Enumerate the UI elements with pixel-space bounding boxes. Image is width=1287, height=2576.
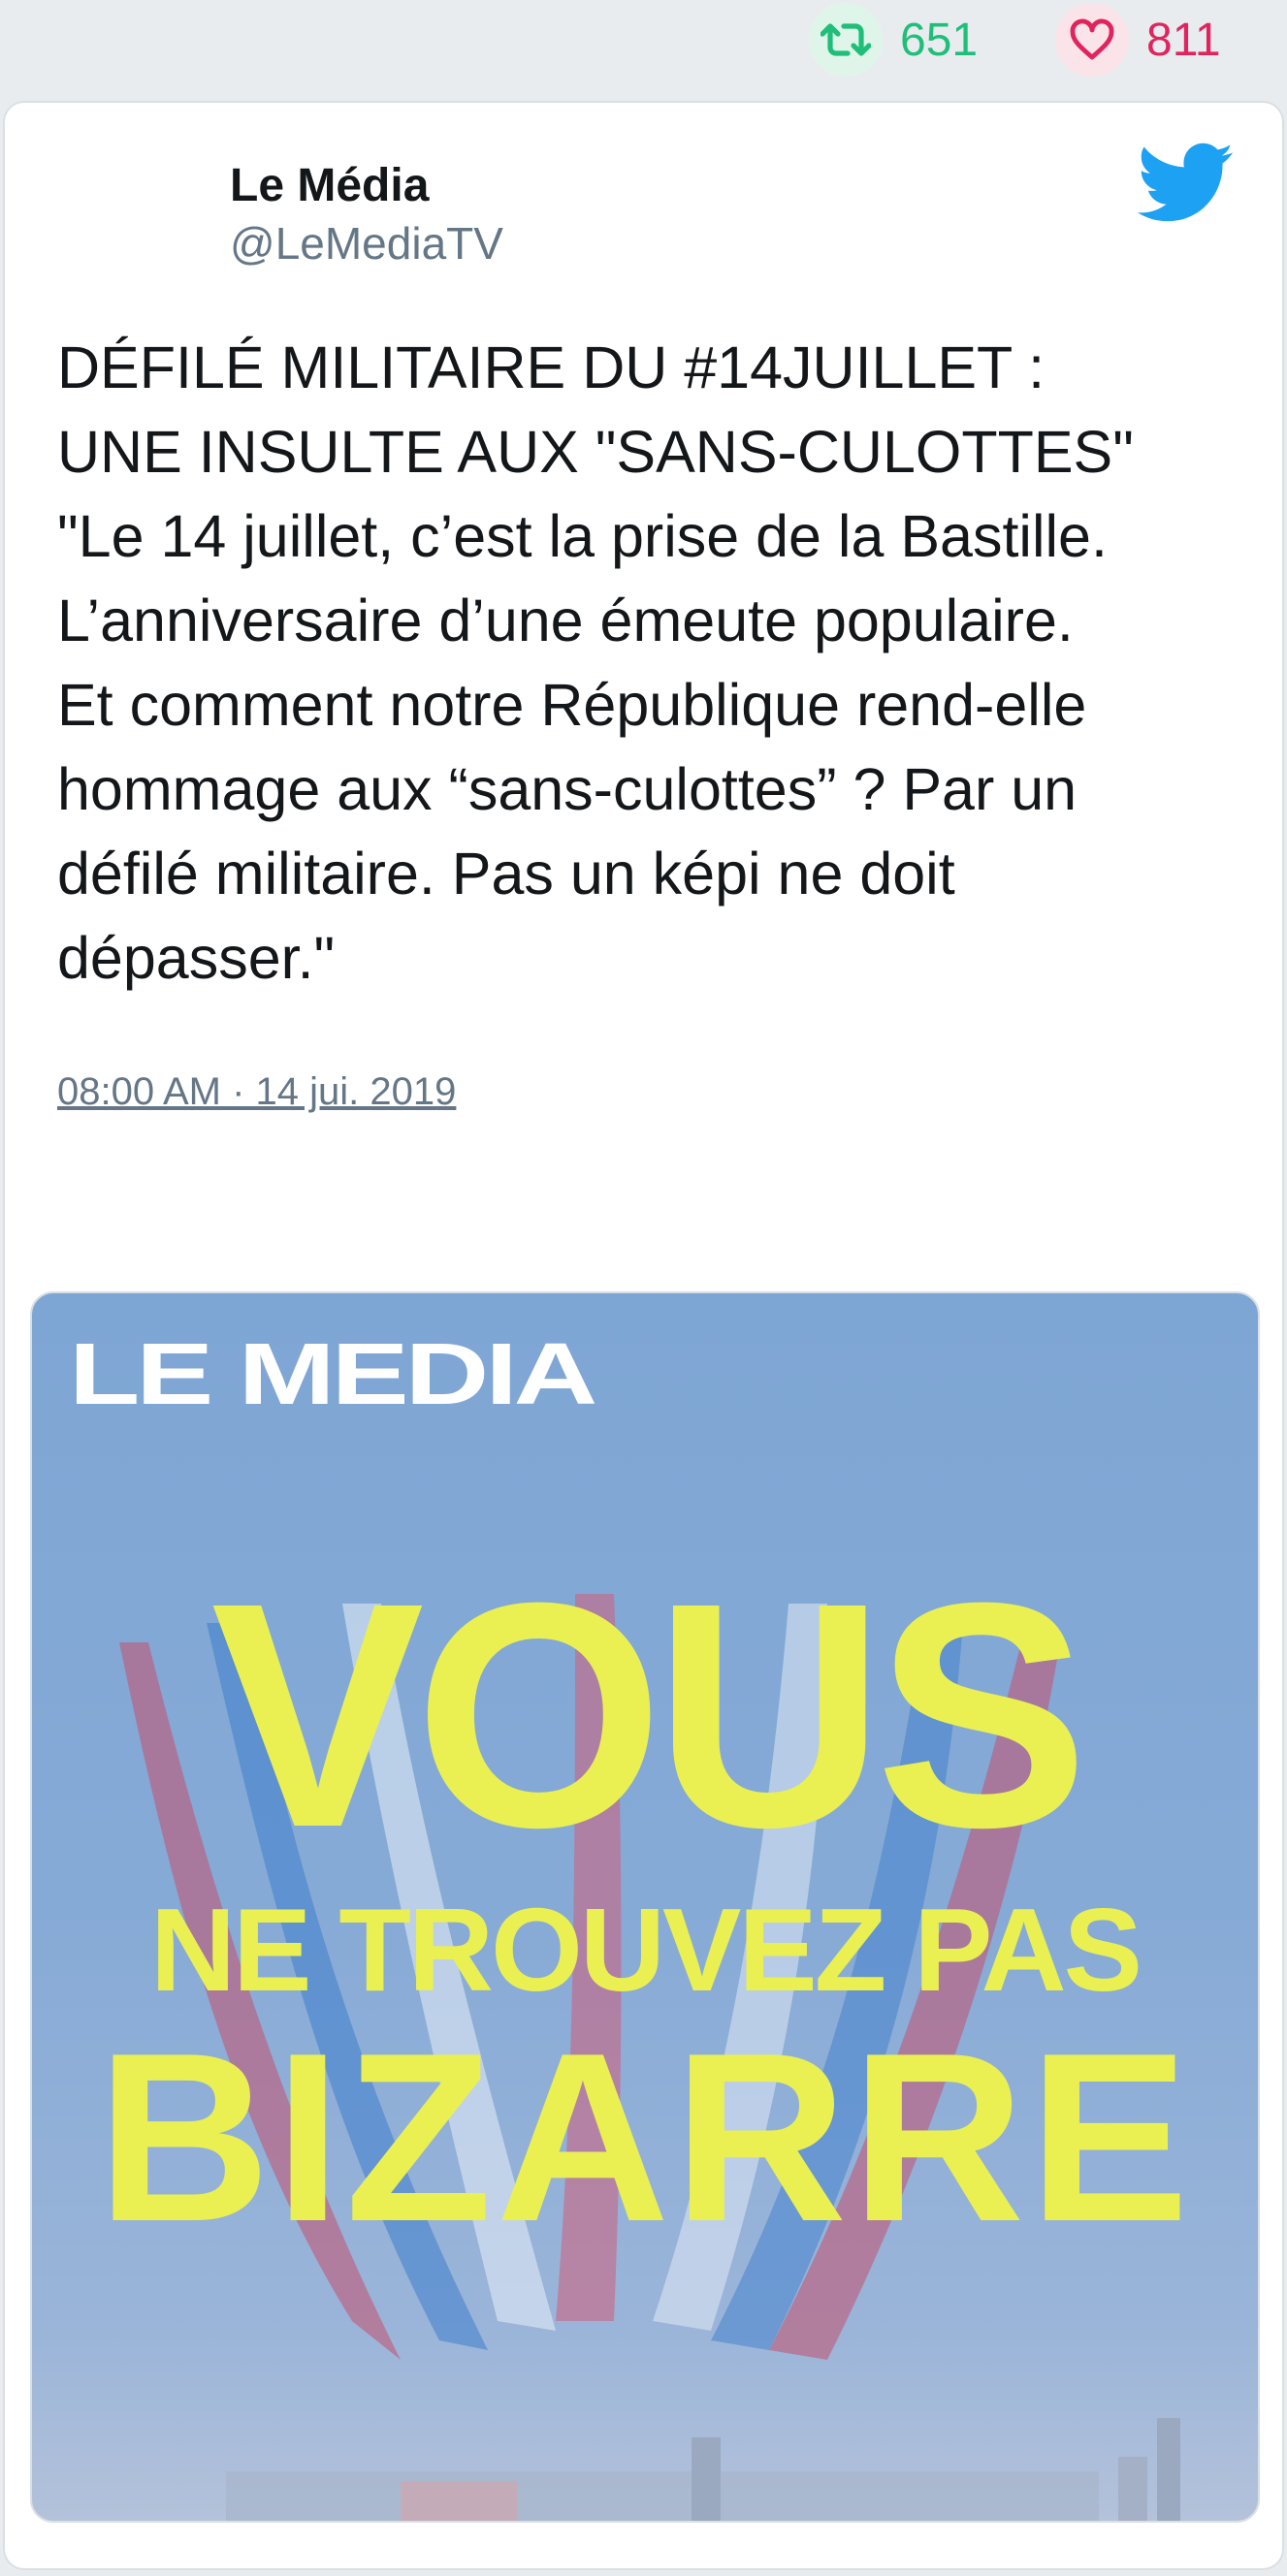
retweet-icon[interactable] [809,3,883,77]
like-count: 811 [1146,14,1221,66]
author-name[interactable]: Le Média [230,159,429,212]
media-logo: LE MEDIA [69,1324,597,1423]
tweet-header: Le Média @LeMediaTV [5,103,1282,297]
retweet-stat[interactable]: 651 [809,3,979,77]
tweet-timestamp[interactable]: 08:00 AM · 14 jui. 2019 [57,1070,456,1114]
tweet-card: Le Média @LeMediaTV DÉFILÉ MILITAIRE DU … [3,101,1284,2570]
twitter-bird-icon[interactable] [1137,142,1235,225]
media-image[interactable]: LE MEDIA VOUS NE TROUVEZ PAS BIZARRE [30,1291,1260,2523]
tweet-text: DÉFILÉ MILITAIRE DU #14JUILLET : UNE INS… [57,334,1134,991]
avatar[interactable] [55,159,172,275]
like-stat[interactable]: 811 [1055,3,1221,77]
media-headline-line2: NE TROUVEZ PAS [150,1884,1142,2016]
retweet-count: 651 [900,14,979,66]
media-headline-line1: VOUS [210,1536,1088,1893]
author-handle[interactable]: @LeMediaTV [230,217,503,270]
heart-icon[interactable] [1055,3,1129,77]
engagement-bar: 651 811 [0,0,1287,97]
media-headline-line3: BIZARRE [96,2002,1194,2272]
